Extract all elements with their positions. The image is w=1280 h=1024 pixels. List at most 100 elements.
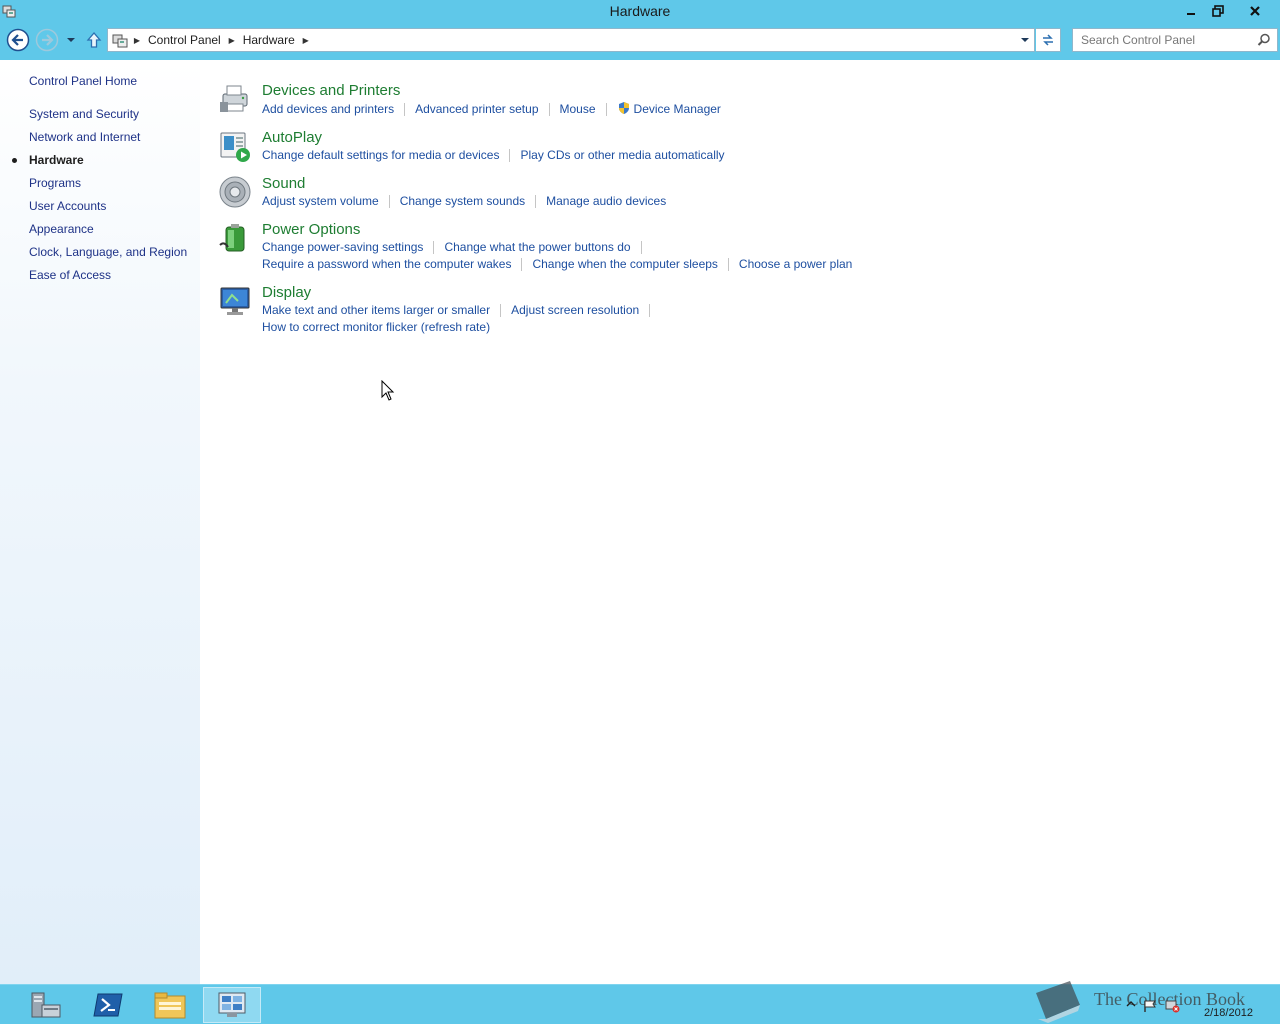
navigation-bar: ▶ Control Panel ▶ Hardware ▶ <box>0 24 1280 60</box>
close-button[interactable] <box>1232 0 1277 21</box>
sidebar: Control Panel Home System and Security N… <box>0 60 200 984</box>
link-adjust-system-volume[interactable]: Adjust system volume <box>262 194 379 208</box>
back-button[interactable] <box>5 27 31 53</box>
action-center-flag-icon[interactable] <box>1142 999 1158 1013</box>
divider <box>509 149 511 163</box>
back-arrow-icon <box>6 28 30 52</box>
uac-shield-icon <box>618 102 629 114</box>
divider <box>433 241 435 255</box>
restore-button[interactable] <box>1205 0 1231 21</box>
search-box[interactable] <box>1072 28 1278 52</box>
category-title[interactable]: Display <box>262 284 311 301</box>
link-advanced-printer-setup[interactable]: Advanced printer setup <box>415 102 538 116</box>
link-change-system-sounds[interactable]: Change system sounds <box>400 194 525 208</box>
divider <box>388 195 390 209</box>
link-adjust-screen-resolution[interactable]: Adjust screen resolution <box>511 303 639 317</box>
divider <box>649 304 651 318</box>
link-change-when-computer-sleeps[interactable]: Change when the computer sleeps <box>532 257 717 271</box>
refresh-button[interactable] <box>1036 28 1061 52</box>
divider <box>727 258 729 272</box>
autoplay-icon[interactable] <box>218 129 252 163</box>
category-title[interactable]: AutoPlay <box>262 129 322 146</box>
category-title[interactable]: Sound <box>262 175 305 192</box>
divider <box>521 258 523 272</box>
battery-icon[interactable] <box>218 221 252 255</box>
divider <box>404 103 406 117</box>
sidebar-item-appearance[interactable]: Appearance <box>29 222 94 236</box>
forward-arrow-icon <box>35 28 59 52</box>
mouse-cursor-icon <box>381 380 395 401</box>
link-make-text-larger[interactable]: Make text and other items larger or smal… <box>262 303 490 317</box>
search-input[interactable] <box>1073 30 1253 50</box>
link-device-manager[interactable]: Device Manager <box>634 102 721 116</box>
category-links: Change power-saving settings Change what … <box>262 240 652 255</box>
breadcrumb-separator[interactable]: ▶ <box>299 36 313 45</box>
address-bar[interactable]: ▶ Control Panel ▶ Hardware ▶ <box>107 28 1035 52</box>
breadcrumb-hardware[interactable]: Hardware <box>239 33 299 47</box>
breadcrumb-separator[interactable]: ▶ <box>225 36 239 45</box>
book-watermark-icon <box>1036 981 1080 1023</box>
category-links: Change default settings for media or dev… <box>262 148 725 163</box>
link-change-power-saving-settings[interactable]: Change power-saving settings <box>262 240 423 254</box>
sidebar-item-clock-language-region[interactable]: Clock, Language, and Region <box>29 245 187 259</box>
category-title[interactable]: Devices and Printers <box>262 82 400 99</box>
taskbar: The Collection Book 2/18/2012 <box>0 981 1280 1024</box>
link-change-power-buttons[interactable]: Change what the power buttons do <box>444 240 630 254</box>
taskbar-server-manager[interactable] <box>16 987 74 1023</box>
system-tray <box>1126 999 1180 1013</box>
minimize-button[interactable] <box>1178 0 1204 21</box>
taskbar-powershell[interactable] <box>79 987 137 1023</box>
link-add-devices-and-printers[interactable]: Add devices and printers <box>262 102 394 116</box>
taskbar-file-explorer[interactable] <box>141 987 199 1023</box>
sidebar-item-control-panel-home[interactable]: Control Panel Home <box>29 74 137 88</box>
divider <box>500 304 502 318</box>
sidebar-item-user-accounts[interactable]: User Accounts <box>29 199 106 213</box>
link-mouse[interactable]: Mouse <box>560 102 596 116</box>
category-links: Require a password when the computer wak… <box>262 257 852 272</box>
sidebar-item-programs[interactable]: Programs <box>29 176 81 190</box>
taskbar-date[interactable]: 2/18/2012 <box>1204 1007 1253 1019</box>
breadcrumb-separator[interactable]: ▶ <box>130 36 144 45</box>
divider <box>640 241 642 255</box>
refresh-icon <box>1043 34 1053 46</box>
recent-locations-button[interactable] <box>61 27 81 53</box>
link-require-password-on-wake[interactable]: Require a password when the computer wak… <box>262 257 511 271</box>
show-hidden-icons-icon[interactable] <box>1126 999 1136 1009</box>
minimize-icon <box>1187 12 1195 15</box>
taskbar-control-panel[interactable] <box>203 987 261 1023</box>
search-icon[interactable] <box>1257 33 1271 50</box>
link-manage-audio-devices[interactable]: Manage audio devices <box>546 194 666 208</box>
restore-icon <box>1212 4 1224 17</box>
forward-button[interactable] <box>34 27 60 53</box>
category-links: Adjust system volume Change system sounds… <box>262 194 666 209</box>
powershell-icon <box>93 993 123 1017</box>
main-content: Devices and Printers Add devices and pri… <box>200 60 1280 984</box>
current-item-bullet <box>12 158 17 163</box>
link-play-cds-automatically[interactable]: Play CDs or other media automatically <box>520 148 724 162</box>
sidebar-item-ease-of-access[interactable]: Ease of Access <box>29 268 111 282</box>
network-error-icon[interactable] <box>1164 999 1180 1013</box>
file-explorer-icon <box>154 992 186 1019</box>
window-title: Hardware <box>609 3 671 19</box>
divider <box>605 103 607 117</box>
sidebar-item-system-and-security[interactable]: System and Security <box>29 107 139 121</box>
link-choose-power-plan[interactable]: Choose a power plan <box>739 257 852 271</box>
link-correct-monitor-flicker[interactable]: How to correct monitor flicker (refresh … <box>262 320 490 334</box>
monitor-icon[interactable] <box>218 284 252 318</box>
control-panel-small-icon <box>112 32 130 48</box>
close-icon <box>1249 5 1260 16</box>
control-panel-icon <box>218 992 246 1017</box>
server-manager-icon <box>31 992 61 1018</box>
chevron-down-icon <box>1021 38 1029 42</box>
link-change-default-media-settings[interactable]: Change default settings for media or dev… <box>262 148 499 162</box>
title-bar: Hardware <box>0 0 1280 24</box>
printer-icon[interactable] <box>218 82 252 116</box>
sidebar-item-network-and-internet[interactable]: Network and Internet <box>29 130 140 144</box>
breadcrumb-control-panel[interactable]: Control Panel <box>144 33 225 47</box>
category-links: How to correct monitor flicker (refresh … <box>262 320 490 334</box>
category-title[interactable]: Power Options <box>262 221 360 238</box>
speaker-icon[interactable] <box>218 175 252 209</box>
up-button[interactable] <box>83 27 105 53</box>
divider <box>535 195 537 209</box>
address-history-dropdown[interactable] <box>1018 33 1032 47</box>
